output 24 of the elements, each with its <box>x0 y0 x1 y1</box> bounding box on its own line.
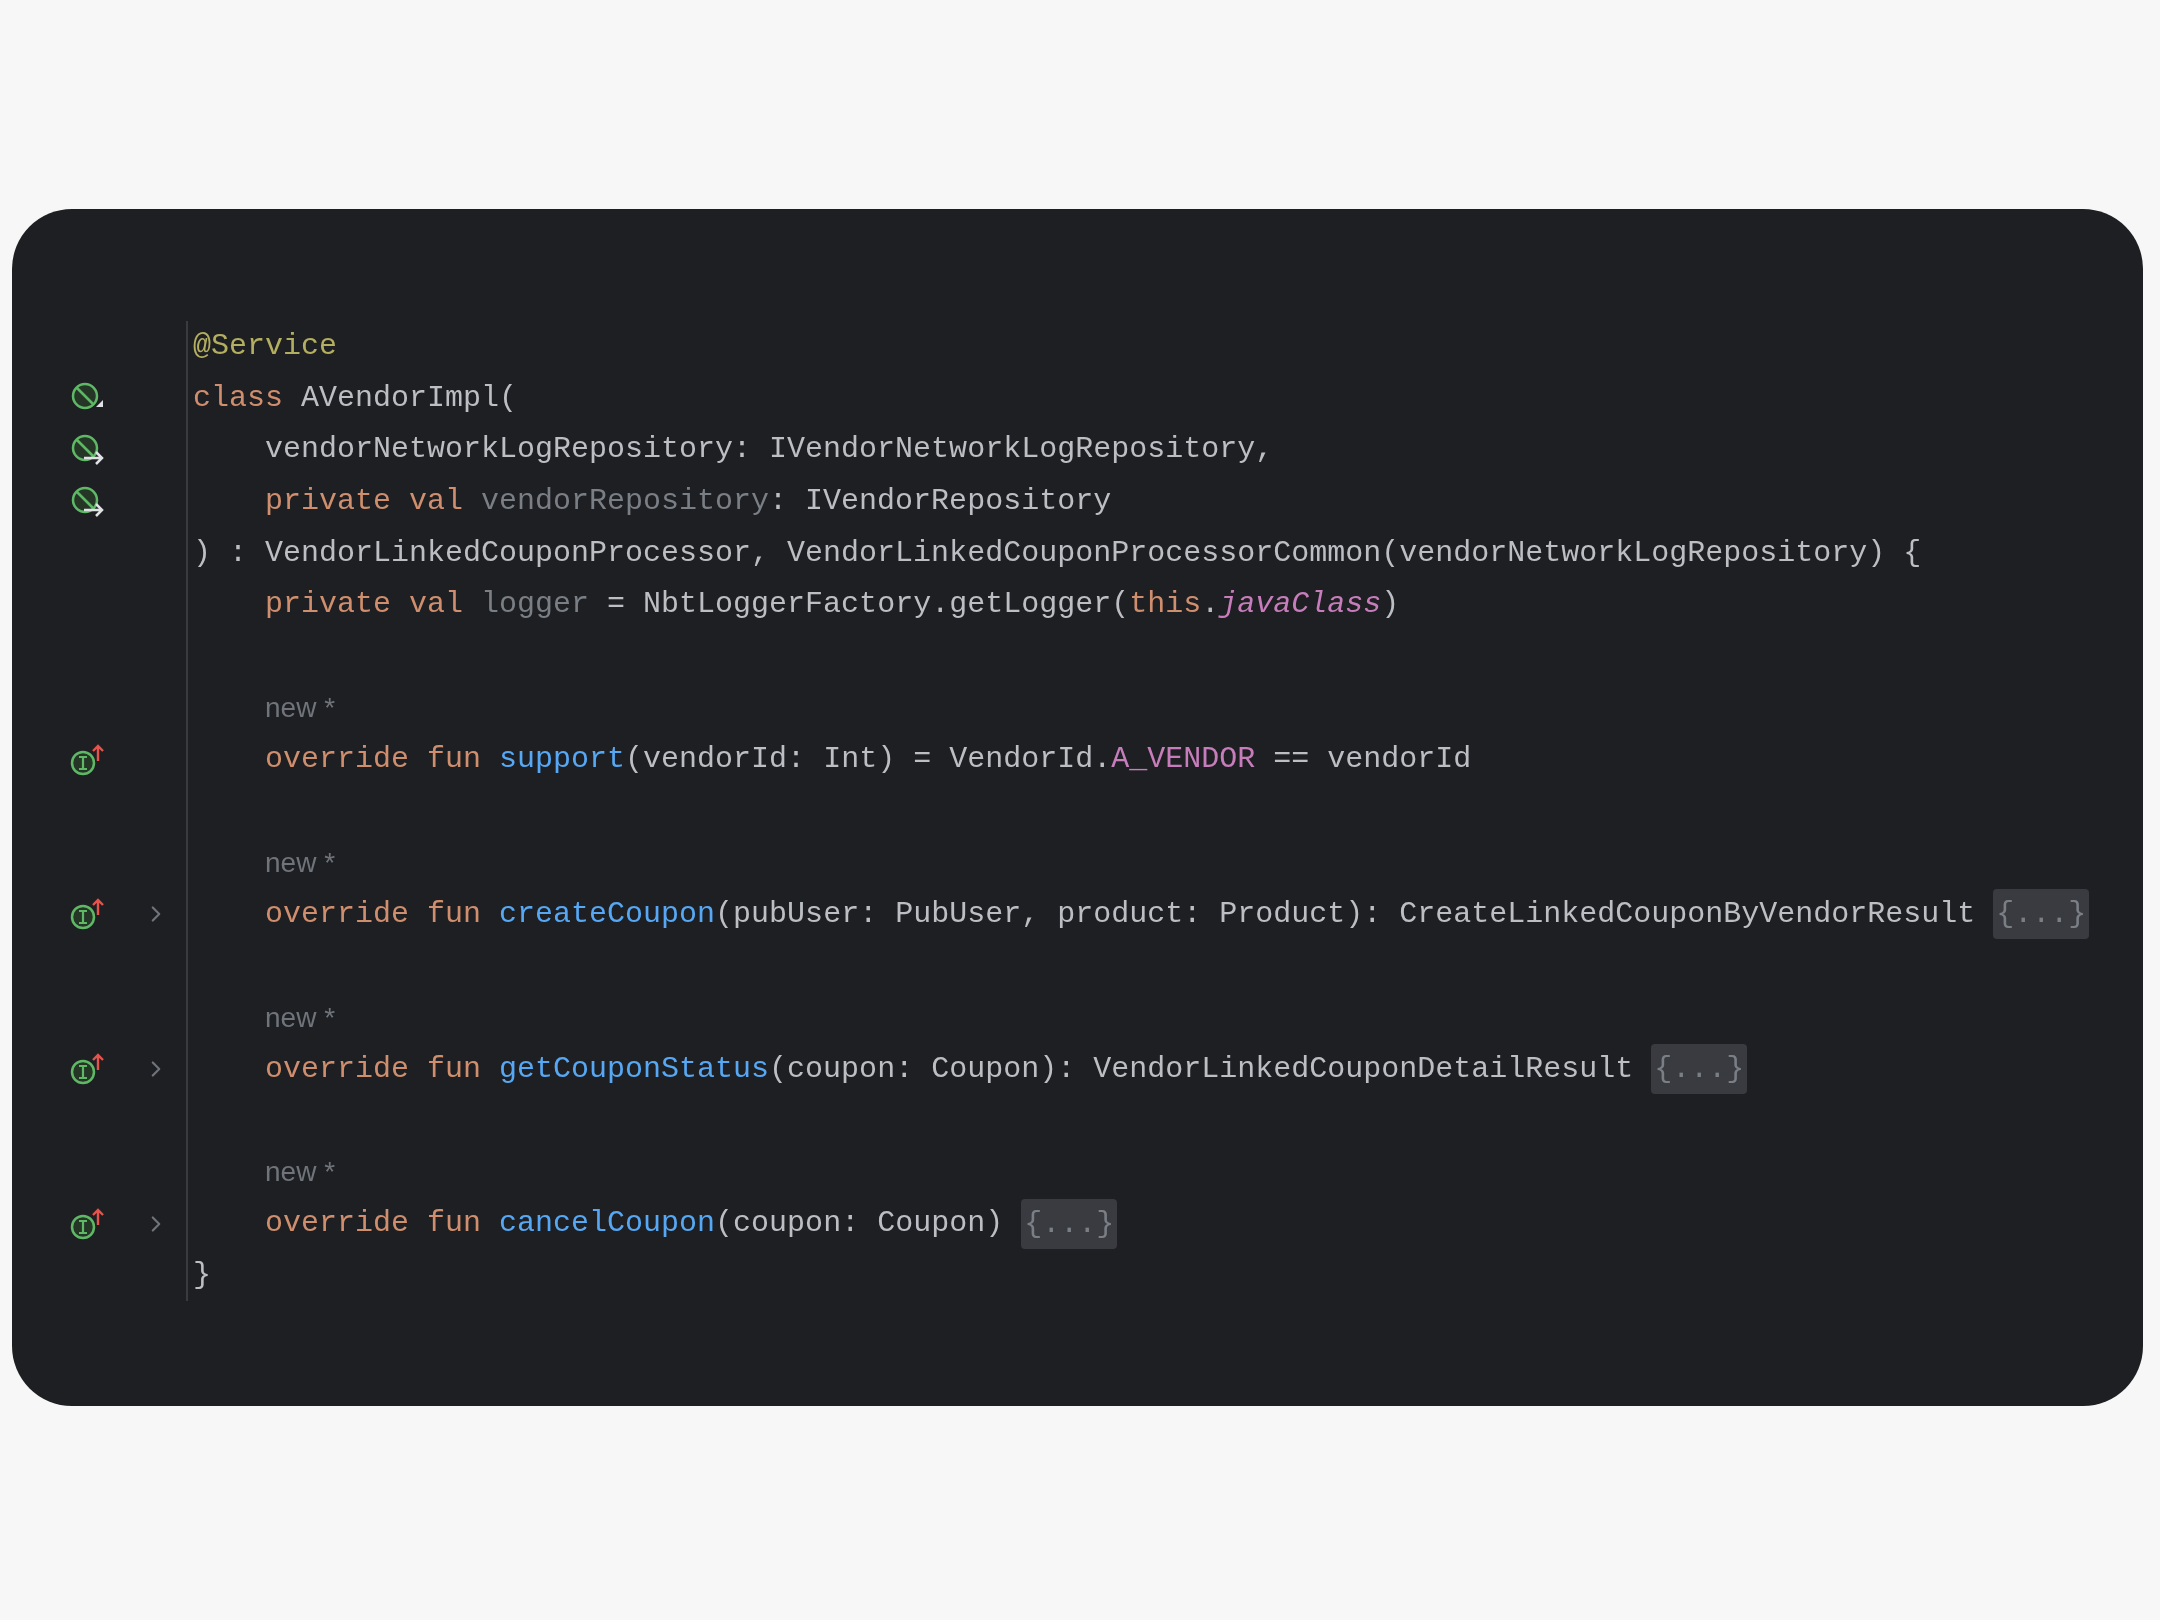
code-line: private val logger = NbtLoggerFactory.getLogger(this.javaClass) <box>264 586 1400 624</box>
code-line: class AVendorImpl( <box>193 379 518 417</box>
code-line: @Service <box>193 328 338 366</box>
code-line: } <box>193 1257 211 1294</box>
implements-icon[interactable] <box>70 897 106 932</box>
code-line: override fun getCouponStatus(coupon: Coupon): VendorLinkedCouponDetailResult <box>264 1050 1634 1088</box>
inlay-hint[interactable]: new * <box>265 996 336 1039</box>
code-line: private val vendorRepository: IVendorRepository <box>264 483 1112 521</box>
implements-icon[interactable] <box>70 1206 106 1241</box>
inlay-hint[interactable]: new * <box>265 686 336 729</box>
folded-code-button[interactable]: {...} <box>1993 889 2090 940</box>
code-line: override fun createCoupon(pubUser: PubUser, product: Product): CreateLinkedCouponByVendorResult <box>264 895 1976 933</box>
inlay-hint[interactable]: new * <box>265 1151 336 1194</box>
inlay-hint[interactable]: new * <box>265 841 336 884</box>
implements-icon[interactable] <box>70 1052 106 1087</box>
code-line: override fun support(vendorId: Int) = VendorId.A_VENDOR == vendorId <box>264 741 1472 779</box>
code-line: override fun cancelCoupon(coupon: Coupon) <box>264 1205 1004 1243</box>
bean-arrow-icon[interactable] <box>70 433 106 467</box>
implements-icon[interactable] <box>70 742 106 777</box>
code-line: ) : VendorLinkedCouponProcessor, VendorLinkedCouponProcessorCommon(vendorNetworkLogRepository) { <box>193 534 1922 572</box>
folded-code-button[interactable]: {...} <box>1651 1044 1748 1095</box>
code-line: vendorNetworkLogRepository: IVendorNetworkLogRepository, <box>264 431 1274 469</box>
bean-arrow-icon[interactable] <box>70 484 106 519</box>
folded-code-button[interactable]: {...} <box>1021 1198 1118 1249</box>
